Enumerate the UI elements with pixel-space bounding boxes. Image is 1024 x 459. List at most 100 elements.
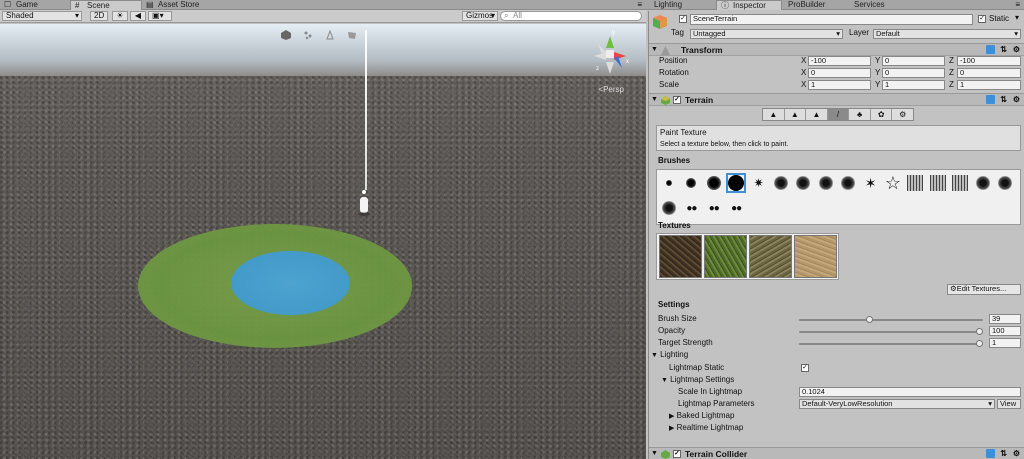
tag-dropdown[interactable]: Untagged ▾ xyxy=(690,29,843,39)
shading-mode-dropdown[interactable]: Shaded ▾ xyxy=(2,11,82,21)
brush-option[interactable] xyxy=(838,173,858,193)
texture-swatch-moss[interactable] xyxy=(749,235,792,278)
terrain-collider-header[interactable]: ▼ ✓ Terrain Collider ⇅ ⚙ xyxy=(649,447,1024,459)
settings-gear-icon[interactable]: ⚙ xyxy=(1013,448,1020,459)
brush-option[interactable]: ✷ xyxy=(749,173,769,193)
brush-option[interactable] xyxy=(816,173,836,193)
position-z-field[interactable]: -100 xyxy=(957,56,1021,66)
scale-x-field[interactable]: 1 xyxy=(808,80,871,90)
position-y-field[interactable]: 0 xyxy=(882,56,945,66)
object-name-field[interactable]: SceneTerrain xyxy=(690,14,973,25)
baked-lightmap-foldout[interactable]: ▶ Baked Lightmap xyxy=(669,410,734,422)
paint-details-tool[interactable]: ✿ xyxy=(871,109,893,120)
lightmap-settings-label: Lightmap Settings xyxy=(670,375,735,384)
brush-option[interactable] xyxy=(793,173,813,193)
brush-option[interactable] xyxy=(950,173,970,193)
brush-option[interactable] xyxy=(973,173,993,193)
svg-text:y: y xyxy=(612,30,615,36)
lightmap-settings-foldout[interactable]: ▼ Lightmap Settings xyxy=(661,374,734,386)
texture-swatch-grass[interactable] xyxy=(704,235,747,278)
lighting-foldout[interactable]: ▼ Lighting xyxy=(651,349,688,361)
scale-in-lightmap-field[interactable]: 0.1024 xyxy=(799,387,1021,397)
pane-menu-icon[interactable]: ≡ xyxy=(637,0,642,10)
texture-swatch-sand[interactable] xyxy=(794,235,837,278)
toggle-2d-button[interactable]: 2D xyxy=(90,11,108,21)
lightmap-static-checkbox[interactable]: ✓ xyxy=(801,364,809,372)
texture-swatch-dirt[interactable] xyxy=(659,235,702,278)
terrain-collider-enabled-checkbox[interactable]: ✓ xyxy=(673,450,681,458)
brush-size-field[interactable]: 39 xyxy=(989,314,1021,324)
preset-icon[interactable]: ⇅ xyxy=(1000,448,1007,459)
rotation-x-field[interactable]: 0 xyxy=(808,68,871,78)
brush-option[interactable]: ✶ xyxy=(861,173,881,193)
preset-icon[interactable]: ⇅ xyxy=(1000,94,1007,106)
tab-lighting[interactable]: Lighting xyxy=(648,0,716,10)
target-strength-slider-knob[interactable] xyxy=(976,340,983,347)
paint-texture-tool[interactable]: / xyxy=(827,109,850,120)
settings-gear-icon[interactable]: ⚙ xyxy=(1013,94,1020,106)
brush-option[interactable] xyxy=(681,173,701,193)
target-strength-field[interactable]: 1 xyxy=(989,338,1021,348)
settings-gear-icon[interactable]: ⚙ xyxy=(1013,44,1020,56)
tab-probuilder[interactable]: ProBuilder xyxy=(782,0,846,10)
gizmos-dropdown[interactable]: Gizmos ▾ xyxy=(462,11,498,21)
opacity-slider[interactable] xyxy=(799,331,983,333)
audio-toggle-button[interactable]: ◀ xyxy=(130,11,146,21)
realtime-lightmap-foldout[interactable]: ▶ Realtime Lightmap xyxy=(669,422,743,434)
terrain-enabled-checkbox[interactable]: ✓ xyxy=(673,96,681,104)
brush-option[interactable]: ●● xyxy=(726,198,746,218)
preset-icon[interactable]: ⇅ xyxy=(1000,44,1007,56)
transform-header[interactable]: ▼ Transform ⇅ ⚙ xyxy=(649,43,1024,56)
help-icon[interactable] xyxy=(986,45,995,54)
brush-option[interactable] xyxy=(771,173,791,193)
tab-inspector[interactable]: ⓘ Inspector xyxy=(716,0,782,10)
scene-viewport[interactable]: y x z <Persp xyxy=(0,24,646,459)
lightmap-params-dropdown[interactable]: Default-VeryLowResolution ▾ xyxy=(799,399,995,409)
rotation-y-field[interactable]: 0 xyxy=(882,68,945,78)
view-params-button[interactable]: View xyxy=(997,399,1021,409)
tab-scene[interactable]: # Scene xyxy=(70,0,142,10)
light-object[interactable] xyxy=(357,190,371,216)
scene-search-input[interactable]: ⌕ All xyxy=(500,11,642,21)
chevron-down-icon[interactable]: ▾ xyxy=(1015,13,1019,22)
static-checkbox[interactable]: ✓ xyxy=(978,15,986,23)
brush-option[interactable] xyxy=(704,173,724,193)
help-icon[interactable] xyxy=(986,449,995,458)
brush-option[interactable]: ●● xyxy=(704,198,724,218)
orientation-gizmo[interactable]: y x z xyxy=(588,30,632,80)
lighting-toggle-button[interactable]: ☀ xyxy=(112,11,128,21)
terrain-header[interactable]: ▼ ✓ Terrain ⇅ ⚙ xyxy=(649,93,1024,106)
brush-option[interactable] xyxy=(928,173,948,193)
place-trees-tool[interactable]: ♣ xyxy=(849,109,871,120)
smooth-height-tool[interactable]: ▲ xyxy=(806,109,828,120)
tab-asset-store[interactable]: ▤ Asset Store xyxy=(142,0,232,10)
effects-dropdown[interactable]: ▣▾ xyxy=(148,11,172,21)
brush-size-slider-knob[interactable] xyxy=(866,316,874,323)
opacity-slider-knob[interactable] xyxy=(976,328,983,335)
tab-services[interactable]: Services xyxy=(846,0,910,10)
brush-option[interactable] xyxy=(726,173,747,193)
brush-option[interactable] xyxy=(905,173,925,193)
opacity-field[interactable]: 100 xyxy=(989,326,1021,336)
pane-menu-icon[interactable]: ≡ xyxy=(1015,0,1020,10)
terrain-settings-tool[interactable]: ⚙ xyxy=(892,109,913,120)
brush-option[interactable] xyxy=(659,198,679,218)
raise-terrain-tool[interactable]: ▲ xyxy=(763,109,785,120)
scale-z-field[interactable]: 1 xyxy=(957,80,1021,90)
edit-textures-button[interactable]: ⚙Edit Textures... xyxy=(947,284,1021,295)
brush-option[interactable]: ☆ xyxy=(883,173,903,193)
brush-option[interactable]: ●● xyxy=(681,198,701,218)
brush-size-slider[interactable] xyxy=(799,319,983,321)
scale-y-field[interactable]: 1 xyxy=(882,80,945,90)
rotation-z-field[interactable]: 0 xyxy=(957,68,1021,78)
object-active-checkbox[interactable]: ✓ xyxy=(679,15,687,23)
position-x-field[interactable]: -100 xyxy=(808,56,871,66)
paint-height-tool[interactable]: ▲ xyxy=(785,109,807,120)
projection-label[interactable]: <Persp xyxy=(598,85,624,94)
target-strength-slider[interactable] xyxy=(799,343,983,345)
brush-option[interactable] xyxy=(995,173,1015,193)
layer-dropdown[interactable]: Default ▾ xyxy=(873,29,1021,39)
brush-option[interactable] xyxy=(659,173,679,193)
help-icon[interactable] xyxy=(986,95,995,104)
tab-game[interactable]: ☐ Game xyxy=(0,0,70,10)
